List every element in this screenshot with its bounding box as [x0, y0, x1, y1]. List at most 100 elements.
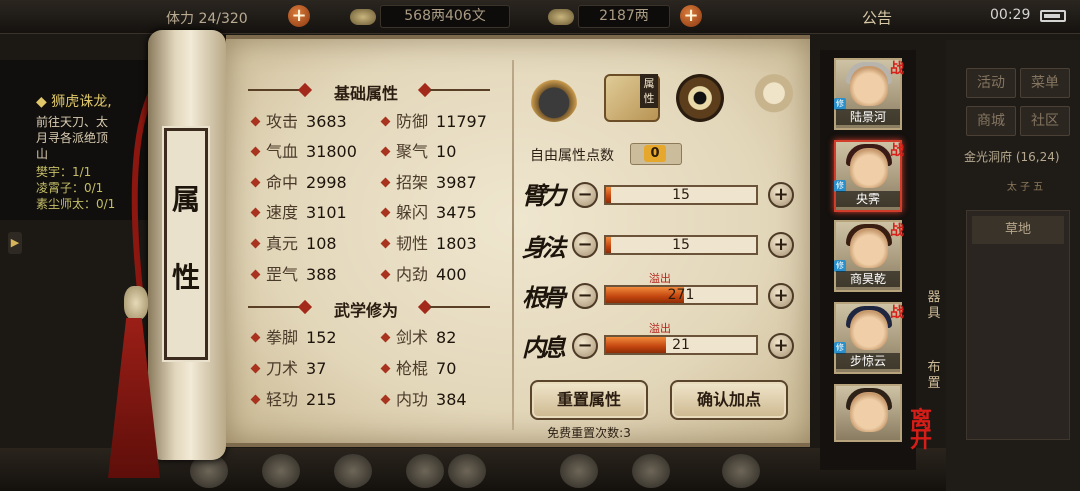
- stat-speed: 速度 3101: [250, 202, 347, 224]
- stat-gather-qi: 聚气 10: [380, 141, 456, 163]
- attr-strength-label: 臂力: [522, 181, 566, 210]
- breath-bar: 21: [604, 335, 758, 355]
- section-rule: [248, 89, 304, 91]
- silver-display: 568两406文: [380, 5, 510, 28]
- stat-lightness: 轻功 215: [250, 389, 337, 411]
- attr-agility-label: 身法: [522, 233, 566, 262]
- menu-button[interactable]: 菜单: [1020, 68, 1070, 98]
- expand-arrow-icon[interactable]: ▶: [8, 232, 22, 254]
- quest-title: ◆ 狮虎诛龙,: [36, 94, 112, 110]
- attr-breath-label: 内息: [522, 333, 566, 362]
- section-rule: [248, 306, 304, 308]
- agility-minus-button[interactable]: −: [572, 232, 598, 258]
- roster-character-3[interactable]: 战 修 商昊乾: [834, 220, 904, 292]
- scroll-label-panel: [162, 126, 210, 362]
- bagua-icon[interactable]: [676, 74, 724, 122]
- free-reset-count: 免费重置次数:3: [547, 426, 631, 440]
- roster-character-2[interactable]: 战 修 央霁: [834, 140, 904, 212]
- constitution-minus-button[interactable]: −: [572, 283, 598, 309]
- compass-text: 太 子 五: [1006, 182, 1044, 193]
- add-gold-button[interactable]: +: [680, 5, 702, 27]
- basic-stats-title: 基础属性: [333, 84, 398, 103]
- section-rule: [430, 306, 490, 308]
- clock: 00:29: [990, 7, 1031, 23]
- character-portrait: [850, 148, 888, 188]
- confirm-points-button[interactable]: 确认加点: [670, 380, 788, 420]
- martial-stats-title: 武学修为: [333, 301, 398, 320]
- location-text: 金光洞府 (16,24): [964, 150, 1060, 164]
- stat-accuracy: 命中 2998: [250, 172, 347, 194]
- quest-desc-1: 前往天刀、太: [36, 115, 109, 129]
- leave-label[interactable]: 离开: [910, 409, 946, 451]
- stat-parry: 招架 3987: [380, 172, 477, 194]
- stat-defense: 防御 11797: [380, 111, 487, 133]
- roster-character-5[interactable]: [834, 384, 902, 442]
- battery-icon: [1040, 10, 1066, 22]
- martial-icon[interactable]: [262, 454, 300, 488]
- stat-sword: 剑术 82: [380, 327, 456, 349]
- strength-minus-button[interactable]: −: [572, 182, 598, 208]
- battle-tag: 战: [890, 61, 904, 77]
- journal-icon[interactable]: [632, 454, 670, 488]
- top-status-bar: 体力 24/320 + 568两406文 2187两 + 公告 00:29: [0, 0, 1080, 34]
- breath-minus-button[interactable]: −: [572, 333, 598, 359]
- meridian-body-icon[interactable]: [750, 74, 798, 122]
- notice-button[interactable]: 公告: [862, 7, 892, 28]
- stat-gang-qi: 罡气 388: [250, 264, 337, 286]
- stat-spear: 枪棍 70: [380, 358, 456, 380]
- scroll-label-char-1: 属: [172, 183, 201, 216]
- stat-dodge: 躲闪 3475: [380, 202, 477, 224]
- agility-bar: 15: [604, 235, 758, 255]
- quest-req-1: 樊宇：1/1: [36, 165, 92, 179]
- free-points-value: 0: [644, 145, 666, 162]
- character-portrait: [850, 228, 888, 268]
- scroll-label-char-2: 性: [172, 261, 201, 294]
- quest-req-2: 凌霄子：0/1: [36, 181, 104, 195]
- roster-character-1[interactable]: 战 修 陆景河: [834, 58, 904, 130]
- character-name: 央霁: [836, 191, 900, 207]
- quest-req-3: 素尘师太：0/1: [36, 197, 116, 211]
- character-name: 商昊乾: [836, 271, 900, 287]
- area-list: [966, 210, 1070, 440]
- character-portrait: [850, 66, 888, 106]
- character-name: 陆景河: [836, 109, 900, 125]
- map-icon[interactable]: [722, 454, 760, 488]
- constitution-value: 271: [667, 287, 695, 303]
- friend-icon[interactable]: [560, 454, 598, 488]
- battle-tag: 战: [890, 223, 904, 239]
- stat-hp: 气血 31800: [250, 141, 357, 163]
- reset-attributes-button[interactable]: 重置属性: [530, 380, 648, 420]
- strength-bar: 15: [604, 185, 758, 205]
- skill-icon[interactable]: [406, 454, 444, 488]
- arrange-icon[interactable]: [448, 454, 486, 488]
- hat-icon[interactable]: [530, 74, 578, 122]
- gold-icon: [548, 9, 574, 25]
- strength-plus-button[interactable]: +: [768, 182, 794, 208]
- free-points-label: 自由属性点数: [530, 148, 614, 164]
- arrange-side-label[interactable]: 布置: [924, 360, 944, 392]
- character-portrait: [850, 392, 888, 432]
- stat-blade: 刀术 37: [250, 358, 326, 380]
- shop-button[interactable]: 商城: [966, 106, 1016, 136]
- add-stamina-button[interactable]: +: [288, 5, 310, 27]
- stat-inner-force: 内劲 400: [380, 264, 467, 286]
- area-item-grass[interactable]: 草地: [972, 216, 1064, 244]
- quest-desc-2: 月寻各派绝顶: [36, 131, 109, 145]
- stat-attack: 攻击 3683: [250, 111, 347, 133]
- stamina-text: 体力 24/320: [166, 11, 248, 27]
- character-name: 步惊云: [836, 353, 900, 369]
- activity-button[interactable]: 活动: [966, 68, 1016, 98]
- constitution-plus-button[interactable]: +: [768, 283, 794, 309]
- equip-side-label[interactable]: 器具: [924, 290, 944, 322]
- strength-value: 15: [672, 187, 690, 203]
- breath-plus-button[interactable]: +: [768, 333, 794, 359]
- roster-character-4[interactable]: 战 修 步惊云: [834, 302, 904, 374]
- gold-display: 2187两: [578, 5, 670, 28]
- section-rule: [430, 89, 490, 91]
- column-divider: [512, 60, 514, 430]
- agility-plus-button[interactable]: +: [768, 232, 794, 258]
- book-icon[interactable]: [334, 454, 372, 488]
- stat-tenacity: 韧性 1803: [380, 233, 477, 255]
- attr-constitution-label: 根骨: [522, 283, 566, 312]
- community-button[interactable]: 社区: [1020, 106, 1070, 136]
